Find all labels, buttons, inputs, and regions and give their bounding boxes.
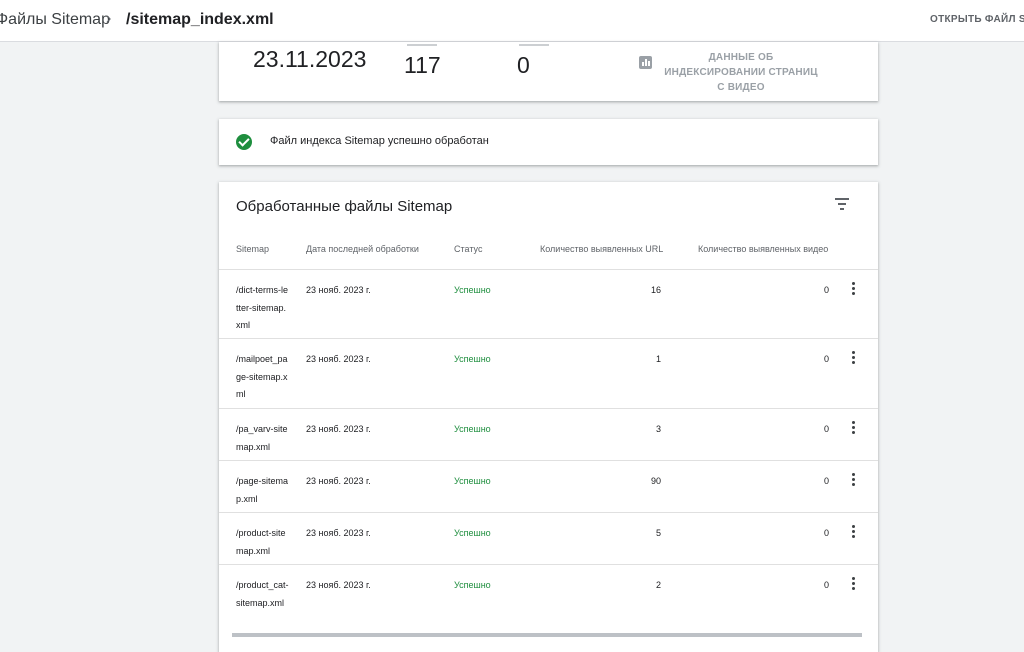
breadcrumb-current: /sitemap_index.xml xyxy=(126,11,274,28)
discovered-urls-count: 117 xyxy=(404,52,441,78)
table-row[interactable]: /product-sitemap.xml 23 нояб. 2023 г. Успе… xyxy=(219,512,878,565)
filter-icon[interactable] xyxy=(835,198,849,210)
column-header-videos[interactable]: Количество выявленных видео xyxy=(698,244,828,254)
last-processed-date: 23 нояб. 2023 г. xyxy=(306,285,371,295)
status-value: Успешно xyxy=(454,354,491,364)
urls-count: 2 xyxy=(655,580,661,590)
table-row[interactable]: /product_cat-sitemap.xml 23 нояб. 2023 г.… xyxy=(219,564,878,635)
videos-count: 0 xyxy=(823,476,829,486)
last-processed-date: 23 нояб. 2023 г. xyxy=(306,580,371,590)
table-row[interactable]: /mailpoet_page-sitemap.xml 23 нояб. 2023 … xyxy=(219,338,878,409)
top-bar: Файлы Sitemap › /sitemap_index.xml ОТКРЫ… xyxy=(0,0,1024,42)
urls-count: 3 xyxy=(655,424,661,434)
more-vert-icon[interactable] xyxy=(851,421,857,435)
last-processed-date: 23 нояб. 2023 г. xyxy=(306,354,371,364)
urls-count: 16 xyxy=(650,285,661,295)
sitemap-link[interactable]: /pa_varv-sitemap.xml xyxy=(236,421,290,456)
table-row[interactable]: /page-sitemap.xml 23 нояб. 2023 г. Успешно… xyxy=(219,460,878,513)
discovered-videos-count: 0 xyxy=(517,52,530,78)
sitemap-link[interactable]: /page-sitemap.xml xyxy=(236,473,290,508)
table-title: Обработанные файлы Sitemap xyxy=(236,198,453,215)
urls-count: 5 xyxy=(655,528,661,538)
sitemap-link[interactable]: /product_cat-sitemap.xml xyxy=(236,577,290,612)
last-processed-date: 23 нояб. 2023 г. xyxy=(306,528,371,538)
sitemap-link[interactable]: /product-sitemap.xml xyxy=(236,525,290,560)
status-value: Успешно xyxy=(454,285,491,295)
table-row[interactable]: /dict-terms-letter-sitemap.xml 23 нояб. 2… xyxy=(219,269,878,339)
table-row[interactable]: /pa_varv-sitemap.xml 23 нояб. 2023 г. Успе… xyxy=(219,408,878,461)
videos-count: 0 xyxy=(823,354,829,364)
more-vert-icon[interactable] xyxy=(851,282,857,296)
more-vert-icon[interactable] xyxy=(851,351,857,365)
status-banner: Файл индекса Sitemap успешно обработан xyxy=(219,119,878,165)
status-value: Успешно xyxy=(454,476,491,486)
videos-count: 0 xyxy=(823,528,829,538)
chevron-right-icon: › xyxy=(106,10,112,27)
status-value: Успешно xyxy=(454,424,491,434)
stat-label-fragment xyxy=(519,42,549,46)
video-indexing-report-label: ДАННЫЕ ОБ ИНДЕКСИРОВАНИИ СТРАНИЦ С ВИДЕО xyxy=(664,52,818,93)
summary-card: 23.11.2023 117 0 ДАННЫЕ ОБ ИНДЕКСИРОВАНИ… xyxy=(219,42,878,101)
urls-count: 1 xyxy=(655,354,661,364)
open-sitemap-button[interactable]: ОТКРЫТЬ ФАЙЛ SI xyxy=(930,14,1024,25)
sitemap-link[interactable]: /mailpoet_page-sitemap.xml xyxy=(236,351,290,404)
breadcrumb-parent-link[interactable]: Файлы Sitemap xyxy=(0,11,110,29)
status-value: Успешно xyxy=(454,580,491,590)
column-header-urls[interactable]: Количество выявленных URL xyxy=(540,244,663,254)
last-read-date: 23.11.2023 xyxy=(253,46,367,72)
column-header-last-processed[interactable]: Дата последней обработки xyxy=(306,244,419,254)
stat-label-fragment xyxy=(407,42,437,46)
more-vert-icon[interactable] xyxy=(851,473,857,487)
sitemap-link[interactable]: /dict-terms-letter-sitemap.xml xyxy=(236,282,290,335)
videos-count: 0 xyxy=(823,580,829,590)
bar-chart-icon xyxy=(639,56,652,69)
check-circle-icon xyxy=(236,134,252,150)
column-header-status[interactable]: Статус xyxy=(454,244,482,254)
horizontal-scrollbar[interactable] xyxy=(232,633,862,637)
status-value: Успешно xyxy=(454,528,491,538)
urls-count: 90 xyxy=(650,476,661,486)
last-processed-date: 23 нояб. 2023 г. xyxy=(306,476,371,486)
more-vert-icon[interactable] xyxy=(851,577,857,591)
videos-count: 0 xyxy=(823,424,829,434)
processed-sitemaps-card: Обработанные файлы Sitemap Sitemap Дата … xyxy=(219,182,878,652)
videos-count: 0 xyxy=(823,285,829,295)
video-indexing-report-link[interactable]: ДАННЫЕ ОБ ИНДЕКСИРОВАНИИ СТРАНИЦ С ВИДЕО xyxy=(639,50,878,93)
column-header-sitemap[interactable]: Sitemap xyxy=(236,244,269,254)
status-message: Файл индекса Sitemap успешно обработан xyxy=(270,135,489,147)
last-processed-date: 23 нояб. 2023 г. xyxy=(306,424,371,434)
more-vert-icon[interactable] xyxy=(851,525,857,539)
